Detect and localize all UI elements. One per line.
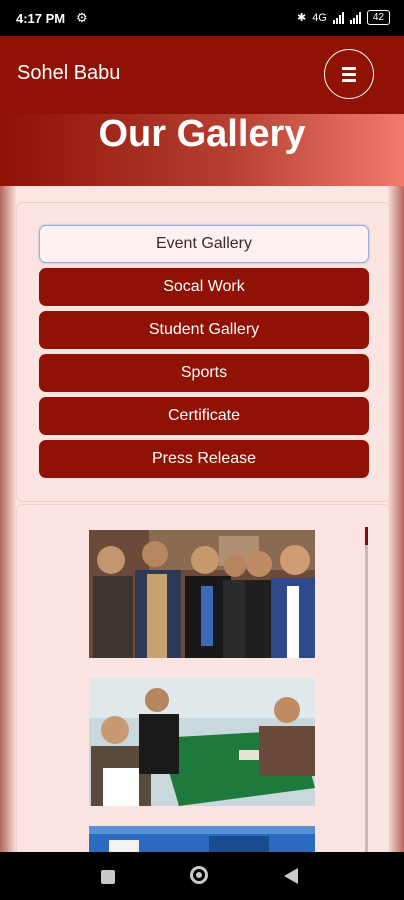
gallery-section: Event Gallery Socal Work Student Gallery… (0, 186, 404, 867)
brand-title[interactable]: Sohel Babu (17, 62, 120, 85)
tab-sports[interactable]: Sports (39, 354, 369, 392)
status-time: 4:17 PM (16, 11, 66, 26)
app-header: Sohel Babu (0, 36, 404, 114)
gallery-grid (16, 504, 390, 867)
tab-socal-work[interactable]: Socal Work (39, 268, 369, 306)
scrollbar-thumb[interactable] (365, 527, 368, 545)
status-bar: 4:17 PM ⚙ ✱ 4G 42 (0, 0, 404, 36)
back-icon[interactable] (284, 868, 298, 884)
gallery-tabs: Event Gallery Socal Work Student Gallery… (16, 202, 390, 502)
hero-banner: Our Gallery (0, 114, 404, 186)
settings-gear-icon: ⚙ (76, 10, 88, 25)
hamburger-icon (342, 66, 356, 82)
menu-button[interactable] (324, 49, 374, 99)
recents-icon[interactable] (101, 870, 115, 884)
gallery-photo-meeting[interactable] (89, 678, 315, 806)
bluetooth-icon: ✱ (296, 12, 307, 24)
gallery-photo-group[interactable] (89, 530, 315, 658)
signal-icon-2 (349, 11, 361, 24)
status-icons: ✱ 4G 42 (297, 10, 390, 25)
battery-icon: 42 (366, 10, 390, 25)
signal-icon (332, 11, 344, 24)
scrollbar-track[interactable] (365, 527, 368, 867)
page-title: Our Gallery (98, 113, 306, 155)
system-nav-bar (0, 852, 404, 900)
tab-event-gallery[interactable]: Event Gallery (39, 225, 369, 263)
tab-student-gallery[interactable]: Student Gallery (39, 311, 369, 349)
tab-certificate[interactable]: Certificate (39, 397, 369, 435)
tab-press-release[interactable]: Press Release (39, 440, 369, 478)
network-type-label: 4G (312, 11, 327, 24)
home-icon[interactable] (190, 866, 208, 884)
